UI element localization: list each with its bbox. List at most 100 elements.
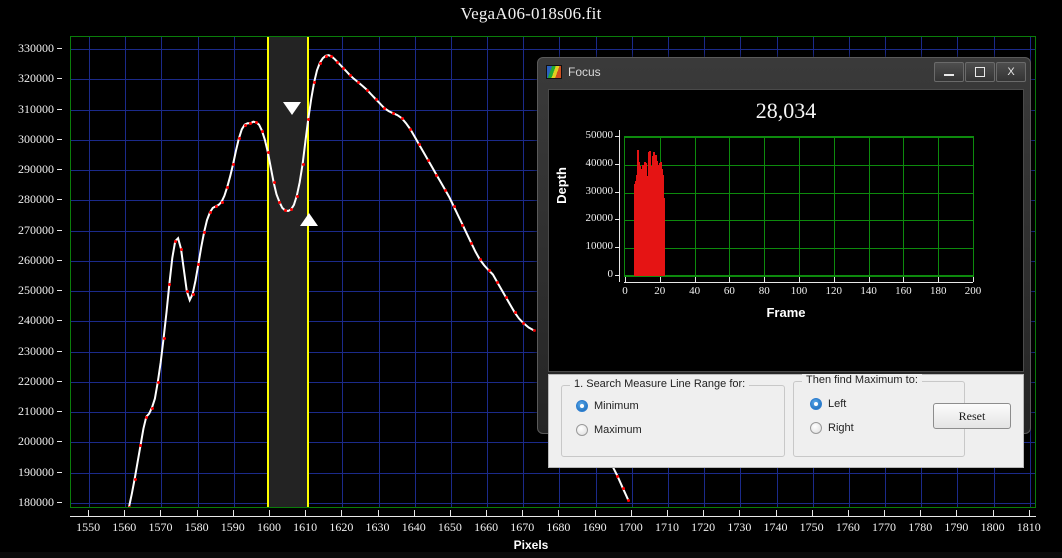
mini-x-tick (729, 277, 731, 282)
mini-y-tick (615, 163, 619, 165)
x-tick (522, 510, 524, 516)
mini-grid-v (764, 137, 766, 276)
y-tick (57, 108, 62, 110)
x-tick (992, 510, 994, 516)
y-tick-label: 330000 (18, 41, 54, 56)
y-tick (57, 138, 62, 140)
maximum-marker[interactable] (283, 102, 302, 116)
y-tick (57, 199, 62, 201)
data-point (426, 158, 430, 162)
x-tick (160, 510, 162, 516)
data-point (261, 129, 265, 133)
mini-x-tick (833, 277, 835, 282)
find-maximum-label: Then find Maximum to: (802, 374, 922, 386)
dialog-title: Focus (568, 64, 601, 79)
y-tick (57, 229, 62, 231)
radio-maximum-icon[interactable] (576, 424, 588, 436)
y-tick-label: 230000 (18, 343, 54, 358)
mini-x-tick (903, 277, 905, 282)
y-tick (57, 259, 62, 261)
x-tick (268, 510, 270, 516)
x-tick (449, 510, 451, 516)
maximize-button[interactable] (965, 61, 995, 82)
y-tick-label: 280000 (18, 192, 54, 207)
y-tick-label: 310000 (18, 101, 54, 116)
data-point (342, 66, 346, 70)
radio-right-icon[interactable] (810, 422, 822, 434)
data-point (185, 290, 189, 294)
mini-x-tick-label: 200 (964, 285, 982, 297)
data-point (324, 54, 328, 58)
radio-right[interactable]: Right (810, 422, 854, 434)
y-tick-label: 320000 (18, 71, 54, 86)
mini-grid-h (625, 220, 973, 222)
focus-dialog[interactable]: Focus X 28,034 Depth 0 10000 20000 30000 400… (537, 57, 1031, 468)
radio-maximum-label: Maximum (594, 424, 642, 436)
minimum-marker[interactable] (300, 212, 319, 226)
x-tick (594, 510, 596, 516)
y-tick (57, 471, 62, 473)
mini-x-tick (694, 277, 696, 282)
mini-y-tick (615, 219, 619, 221)
y-tick-label: 240000 (18, 313, 54, 328)
mini-x-tick (625, 277, 626, 282)
mini-x-axis-title: Frame (766, 305, 806, 320)
x-tick (1028, 510, 1030, 516)
mini-y-tick-label: 40000 (585, 156, 614, 169)
mini-grid-v (938, 137, 940, 276)
x-tick (666, 510, 668, 516)
controls-panel: 1. Search Measure Line Range for: Minimu… (548, 374, 1024, 468)
bottom-strip (0, 552, 1062, 558)
x-tick (124, 510, 126, 516)
y-tick (57, 169, 62, 171)
y-tick (57, 411, 62, 413)
y-tick (57, 320, 62, 322)
chart-icon (546, 64, 562, 79)
y-tick (57, 290, 62, 292)
mini-grid-h (625, 137, 973, 138)
radio-minimum-icon[interactable] (576, 400, 588, 412)
x-tick (377, 510, 379, 516)
mini-grid-v (694, 137, 696, 276)
mini-x-tick (868, 277, 870, 282)
x-tick (739, 510, 741, 516)
data-point (127, 506, 131, 507)
window-buttons: X (933, 61, 1026, 82)
x-tick (956, 510, 958, 516)
mini-y-tick-label: 50000 (585, 129, 614, 141)
x-tick (88, 510, 90, 516)
x-tick (232, 510, 234, 516)
x-tick (341, 510, 343, 516)
data-point (301, 163, 305, 167)
mini-x-tick (799, 277, 800, 282)
mini-grid-v (973, 137, 974, 276)
data-point (348, 73, 352, 77)
data-point (318, 61, 322, 65)
y-tick-label: 270000 (18, 222, 54, 237)
dialog-title-bar[interactable]: Focus X (538, 58, 1030, 85)
mini-x-tick (938, 277, 940, 282)
radio-left[interactable]: Left (810, 398, 846, 410)
x-axis-line (70, 516, 1036, 517)
data-point (621, 486, 625, 490)
mini-y-axis-line (619, 130, 620, 282)
radio-left-icon[interactable] (810, 398, 822, 410)
mini-grid-v (833, 137, 835, 276)
mini-grid-h (625, 164, 973, 166)
radio-maximum[interactable]: Maximum (576, 424, 642, 436)
page-title: VegaA06-018s06.fit (460, 4, 602, 23)
mini-grid-h (625, 192, 973, 194)
radio-minimum[interactable]: Minimum (576, 400, 639, 412)
data-point (162, 337, 166, 341)
x-axis-title: Pixels (513, 538, 549, 552)
mini-y-tick-label: 10000 (585, 240, 614, 253)
minimize-button[interactable] (934, 61, 964, 82)
reset-button[interactable]: Reset (933, 403, 1011, 429)
close-button[interactable]: X (996, 61, 1026, 82)
radio-right-label: Right (828, 422, 854, 434)
mini-grid-h (625, 275, 973, 276)
mini-y-tick (615, 275, 619, 276)
x-tick (703, 510, 705, 516)
focus-chart-area: 28,034 Depth 0 10000 20000 30000 40000 50000 … (548, 89, 1024, 372)
data-point (374, 98, 378, 102)
